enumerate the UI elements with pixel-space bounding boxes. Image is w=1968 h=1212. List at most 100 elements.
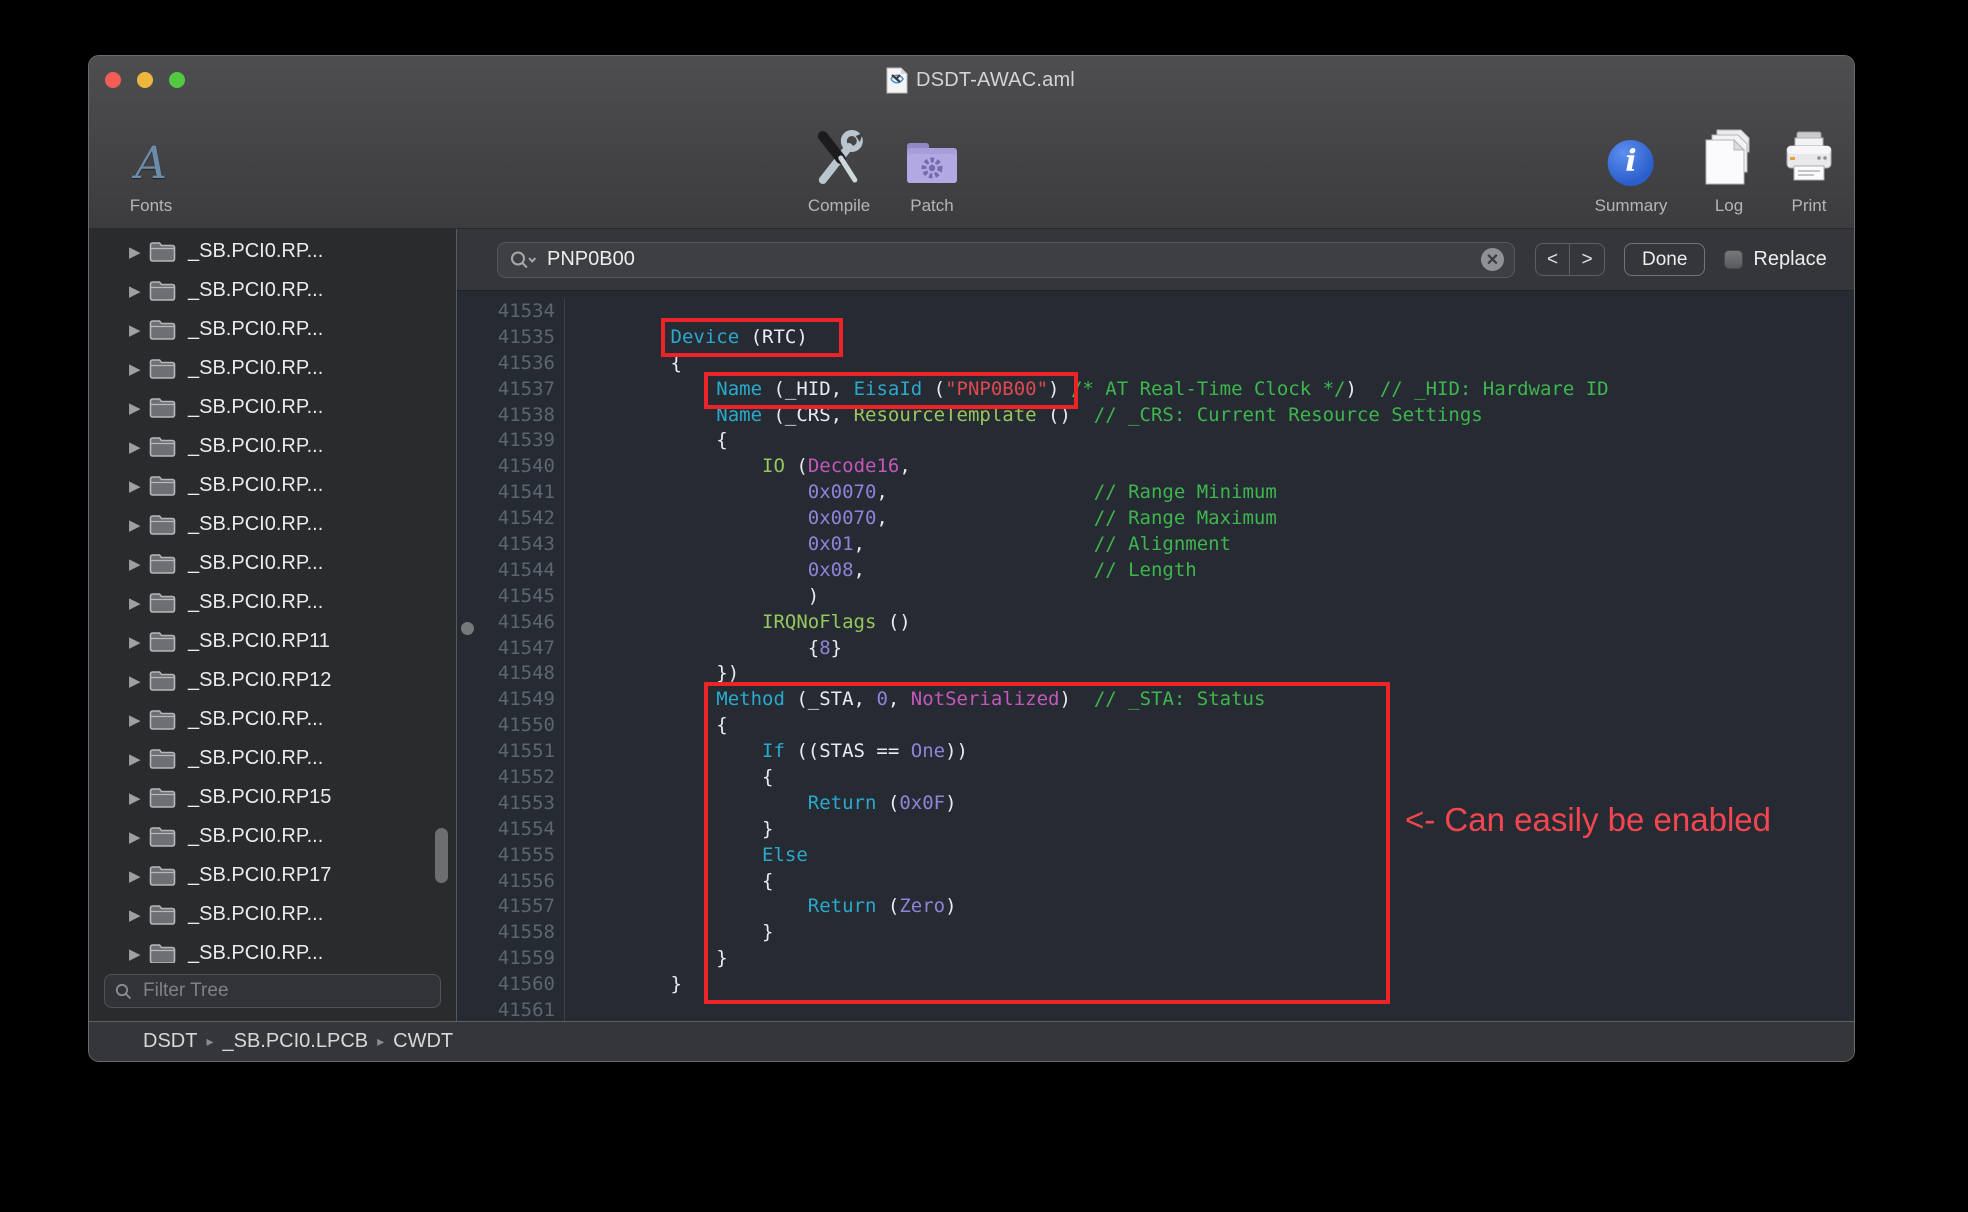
clear-search-icon[interactable]: ✕ xyxy=(1481,248,1504,271)
patch-button[interactable]: Patch xyxy=(904,124,960,216)
fonts-button[interactable]: A Fonts xyxy=(130,124,173,216)
code-lines: 4153441535 Device (RTC)41536 {41537 Name… xyxy=(457,291,1854,1021)
sidebar-item[interactable]: ▶_SB.PCI0.RP... xyxy=(89,427,456,466)
code-line[interactable]: 41561 xyxy=(457,998,1854,1021)
disclosure-triangle-icon[interactable]: ▶ xyxy=(129,594,149,612)
done-button[interactable]: Done xyxy=(1624,243,1705,276)
disclosure-triangle-icon[interactable]: ▶ xyxy=(129,945,149,963)
sidebar-item[interactable]: ▶_SB.PCI0.RP11 xyxy=(89,622,456,661)
sidebar-item[interactable]: ▶_SB.PCI0.RP... xyxy=(89,232,456,271)
sidebar-item[interactable]: ▶_SB.PCI0.RP... xyxy=(89,934,456,963)
code-line[interactable]: 41546 IRQNoFlags () xyxy=(457,610,1854,636)
code-line[interactable]: 41536 { xyxy=(457,351,1854,377)
window-title: DSDT-AWAC.aml xyxy=(916,69,1075,92)
sidebar-item[interactable]: ▶_SB.PCI0.RP... xyxy=(89,700,456,739)
code-line[interactable]: 41551 If ((STAS == One)) xyxy=(457,739,1854,765)
find-next-button[interactable]: > xyxy=(1570,244,1604,275)
find-input[interactable] xyxy=(545,247,1472,272)
sidebar-scrollbar[interactable] xyxy=(435,828,448,883)
summary-button[interactable]: i Summary xyxy=(1595,124,1668,216)
code-line[interactable]: 41538 Name (_CRS, ResourceTemplate () //… xyxy=(457,403,1854,429)
disclosure-triangle-icon[interactable]: ▶ xyxy=(129,789,149,807)
filter-tree-input[interactable] xyxy=(141,979,430,1003)
code-line[interactable]: 41558 } xyxy=(457,920,1854,946)
code-line[interactable]: 41547 {8} xyxy=(457,636,1854,662)
code-line[interactable]: 41540 IO (Decode16, xyxy=(457,454,1854,480)
code-line[interactable]: 41556 { xyxy=(457,869,1854,895)
disclosure-triangle-icon[interactable]: ▶ xyxy=(129,633,149,651)
sidebar-item[interactable]: ▶_SB.PCI0.RP... xyxy=(89,388,456,427)
code-line[interactable]: 41560 } xyxy=(457,972,1854,998)
disclosure-triangle-icon[interactable]: ▶ xyxy=(129,243,149,261)
filter-tree-box[interactable] xyxy=(104,974,441,1008)
breadcrumb-item[interactable]: CWDT xyxy=(393,1030,453,1053)
sidebar-item[interactable]: ▶_SB.PCI0.RP... xyxy=(89,544,456,583)
disclosure-triangle-icon[interactable]: ▶ xyxy=(129,282,149,300)
disclosure-triangle-icon[interactable]: ▶ xyxy=(129,321,149,339)
code-line[interactable]: 41543 0x01, // Alignment xyxy=(457,532,1854,558)
tree-list[interactable]: ▶_SB.PCI0.RP...▶_SB.PCI0.RP...▶_SB.PCI0.… xyxy=(89,229,456,963)
disclosure-triangle-icon[interactable]: ▶ xyxy=(129,360,149,378)
disclosure-triangle-icon[interactable]: ▶ xyxy=(129,672,149,690)
zoom-button[interactable] xyxy=(169,72,185,88)
code-line[interactable]: 41542 0x0070, // Range Maximum xyxy=(457,506,1854,532)
print-button[interactable]: Print xyxy=(1781,124,1837,216)
sidebar-item[interactable]: ▶_SB.PCI0.RP12 xyxy=(89,661,456,700)
disclosure-triangle-icon[interactable]: ▶ xyxy=(129,711,149,729)
sidebar-item[interactable]: ▶_SB.PCI0.RP17 xyxy=(89,856,456,895)
code-line[interactable]: 41537 Name (_HID, EisaId ("PNP0B00") /* … xyxy=(457,377,1854,403)
sidebar-item[interactable]: ▶_SB.PCI0.RP15 xyxy=(89,778,456,817)
disclosure-triangle-icon[interactable]: ▶ xyxy=(129,828,149,846)
close-button[interactable] xyxy=(105,72,121,88)
sidebar-item[interactable]: ▶_SB.PCI0.RP... xyxy=(89,466,456,505)
compile-button[interactable]: Compile xyxy=(808,124,870,216)
sidebar-item[interactable]: ▶_SB.PCI0.RP... xyxy=(89,310,456,349)
sidebar-item[interactable]: ▶_SB.PCI0.RP... xyxy=(89,739,456,778)
code-editor[interactable]: 4153441535 Device (RTC)41536 {41537 Name… xyxy=(457,291,1854,1021)
folder-icon xyxy=(149,514,176,535)
code-line[interactable]: 41545 ) xyxy=(457,584,1854,610)
sidebar-item[interactable]: ▶_SB.PCI0.RP... xyxy=(89,817,456,856)
code-line[interactable]: 41541 0x0070, // Range Minimum xyxy=(457,480,1854,506)
disclosure-triangle-icon[interactable]: ▶ xyxy=(129,477,149,495)
disclosure-triangle-icon[interactable]: ▶ xyxy=(129,867,149,885)
titlebar[interactable]: DSDT-AWAC.aml xyxy=(89,56,1854,104)
code-line[interactable]: 41557 Return (Zero) xyxy=(457,894,1854,920)
line-number: 41544 xyxy=(457,558,565,584)
search-menu-icon xyxy=(510,251,536,269)
code-line[interactable]: 41548 }) xyxy=(457,661,1854,687)
minimize-button[interactable] xyxy=(137,72,153,88)
code-line[interactable]: 41535 Device (RTC) xyxy=(457,325,1854,351)
line-number: 41561 xyxy=(457,998,565,1021)
sidebar-item[interactable]: ▶_SB.PCI0.RP... xyxy=(89,349,456,388)
disclosure-triangle-icon[interactable]: ▶ xyxy=(129,438,149,456)
splitter-handle-icon[interactable] xyxy=(461,622,474,635)
log-label: Log xyxy=(1715,196,1743,216)
code-line[interactable]: 41534 xyxy=(457,299,1854,325)
log-button[interactable]: Log xyxy=(1703,124,1755,216)
code-line[interactable]: 41559 } xyxy=(457,946,1854,972)
disclosure-triangle-icon[interactable]: ▶ xyxy=(129,750,149,768)
patch-label: Patch xyxy=(910,196,953,216)
breadcrumb-item[interactable]: _SB.PCI0.LPCB xyxy=(222,1030,368,1053)
disclosure-triangle-icon[interactable]: ▶ xyxy=(129,906,149,924)
sidebar-item[interactable]: ▶_SB.PCI0.RP... xyxy=(89,583,456,622)
code-line[interactable]: 41539 { xyxy=(457,428,1854,454)
line-number: 41559 xyxy=(457,946,565,972)
code-line[interactable]: 41555 Else xyxy=(457,843,1854,869)
sidebar-item[interactable]: ▶_SB.PCI0.RP... xyxy=(89,505,456,544)
disclosure-triangle-icon[interactable]: ▶ xyxy=(129,399,149,417)
replace-checkbox[interactable] xyxy=(1724,250,1743,269)
disclosure-triangle-icon[interactable]: ▶ xyxy=(129,516,149,534)
statusbar-breadcrumb: DSDT▸_SB.PCI0.LPCB▸CWDT xyxy=(89,1021,1854,1061)
sidebar-item[interactable]: ▶_SB.PCI0.RP... xyxy=(89,271,456,310)
disclosure-triangle-icon[interactable]: ▶ xyxy=(129,555,149,573)
find-field[interactable]: ✕ xyxy=(497,242,1515,278)
find-previous-button[interactable]: < xyxy=(1536,244,1570,275)
sidebar-item[interactable]: ▶_SB.PCI0.RP... xyxy=(89,895,456,934)
breadcrumb-item[interactable]: DSDT xyxy=(143,1030,197,1053)
code-line[interactable]: 41552 { xyxy=(457,765,1854,791)
code-line[interactable]: 41549 Method (_STA, 0, NotSerialized) //… xyxy=(457,687,1854,713)
code-line[interactable]: 41550 { xyxy=(457,713,1854,739)
code-line[interactable]: 41544 0x08, // Length xyxy=(457,558,1854,584)
